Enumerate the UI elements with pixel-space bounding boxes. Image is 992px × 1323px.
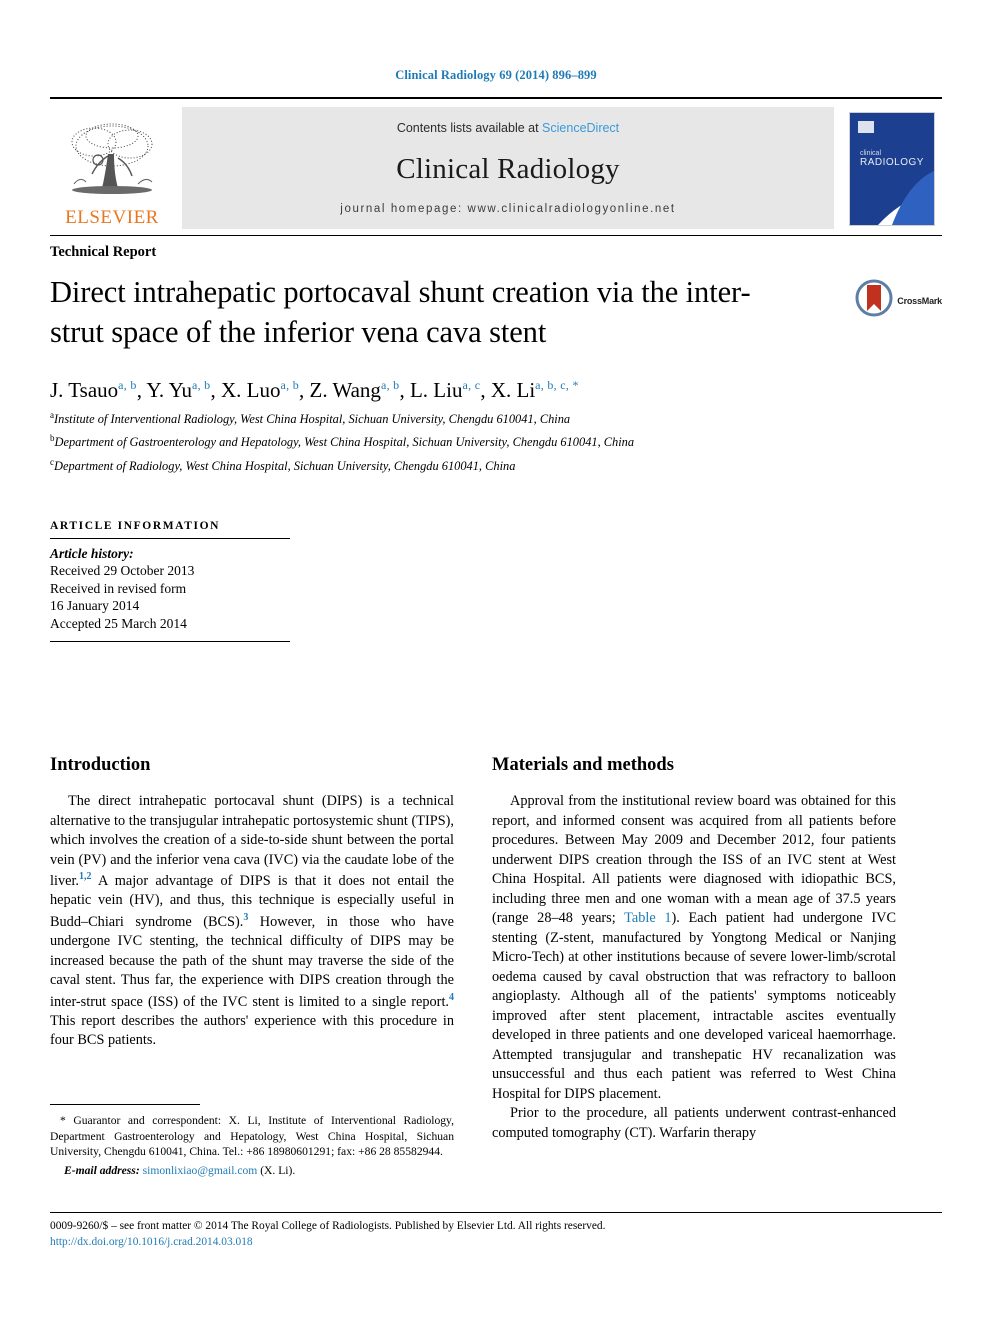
author-sep: , — [299, 378, 310, 403]
copyright-line: 0009-9260/$ – see front matter © 2014 Th… — [50, 1220, 606, 1232]
affiliation-line: cDepartment of Radiology, West China Hos… — [50, 456, 942, 476]
intro-text-d: This report describes the authors' exper… — [50, 1012, 454, 1049]
author-affil-marks: a, b — [118, 378, 137, 393]
author-sep: , — [399, 378, 410, 403]
article-head: Technical Report Direct intrahepatic por… — [50, 235, 942, 476]
table-1-link[interactable]: Table 1 — [624, 910, 671, 926]
sciencedirect-link[interactable]: ScienceDirect — [542, 121, 619, 135]
email-label: E-mail address: — [64, 1163, 140, 1177]
author-sep: , — [136, 378, 147, 403]
divider — [50, 641, 290, 643]
article-revised-label: Received in revised form — [50, 580, 187, 596]
article-received-date: Received 29 October 2013 — [50, 562, 195, 578]
author-name: Y. Yu — [146, 378, 192, 403]
author-entry: Y. Yua, b, — [146, 378, 221, 402]
email-owner: (X. Li). — [260, 1163, 296, 1177]
author-affil-marks: a, c — [462, 378, 481, 393]
author-name: X. Luo — [220, 378, 281, 403]
crossmark-icon — [855, 279, 893, 322]
author-name: Z. Wang — [309, 378, 381, 403]
correspondence-text: * Guarantor and correspondent: X. Li, In… — [50, 1114, 454, 1159]
journal-masthead: ELSEVIER Contents lists available at Sci… — [50, 97, 942, 235]
author-sep: , — [480, 378, 491, 403]
author-entry: J. Tsauoa, b, — [50, 378, 146, 402]
article-accepted-date: Accepted 25 March 2014 — [50, 616, 187, 632]
journal-homepage-line[interactable]: journal homepage: www.clinicalradiologyo… — [340, 203, 675, 215]
materials-paragraph-2: Prior to the procedure, all patients und… — [492, 1105, 896, 1141]
article-history-label: Article history: — [50, 545, 134, 561]
elsevier-logo: ELSEVIER — [50, 103, 174, 235]
materials-paragraph-1: Approval from the institutional review b… — [492, 792, 896, 1104]
divider — [50, 1104, 200, 1105]
author-sep: , — [210, 378, 221, 403]
affiliation-line: bDepartment of Gastroenterology and Hepa… — [50, 432, 942, 452]
article-title: Direct intrahepatic portocaval shunt cre… — [50, 275, 751, 349]
affiliation-line: aInstitute of Interventional Radiology, … — [50, 409, 942, 429]
citation-ref[interactable]: 4 — [449, 992, 454, 1003]
running-head: Clinical Radiology 69 (2014) 896–899 — [395, 68, 597, 82]
author-entry: X. Lia, b, c, * — [491, 378, 579, 402]
author-entry: Z. Wanga, b, — [310, 378, 410, 402]
column-left: Introduction The direct intrahepatic por… — [50, 755, 454, 1143]
contents-prefix: Contents lists available at — [396, 121, 543, 135]
author-affil-marks: a, b — [280, 378, 300, 393]
section-heading-introduction: Introduction — [50, 755, 151, 775]
author-affil-marks: a, b — [380, 378, 400, 393]
article-information-block: ARTICLE INFORMATION Article history: Rec… — [50, 519, 290, 643]
author-entry: L. Liua, c, — [410, 378, 491, 402]
article-type: Technical Report — [50, 244, 157, 260]
elsevier-tree-icon — [64, 120, 160, 206]
journal-band: Contents lists available at ScienceDirec… — [182, 107, 834, 229]
correspondence-footnote: * Guarantor and correspondent: X. Li, In… — [50, 1104, 454, 1179]
divider — [50, 537, 290, 539]
body-columns: Introduction The direct intrahepatic por… — [50, 755, 942, 1143]
affiliation-text: Institute of Interventional Radiology, W… — [54, 411, 571, 426]
article-revised-date: 16 January 2014 — [50, 598, 140, 614]
svg-text:clinical: clinical — [860, 150, 881, 157]
journal-article-page: Clinical Radiology 69 (2014) 896–899 ELS… — [0, 0, 992, 1323]
crossmark-label: CrossMark — [897, 295, 942, 306]
svg-text:RADIOLOGY: RADIOLOGY — [860, 157, 924, 168]
citation-ref[interactable]: 1,2 — [79, 871, 92, 882]
email-line: E-mail address: simonlixiao@gmail.com (X… — [50, 1163, 454, 1179]
journal-title: Clinical Radiology — [396, 152, 620, 185]
author-affil-marks: a, b, c, * — [535, 378, 579, 393]
crossmark-badge[interactable]: CrossMark — [855, 279, 942, 322]
page-footer: 0009-9260/$ – see front matter © 2014 Th… — [50, 1212, 942, 1251]
author-entry: X. Luoa, b, — [221, 378, 310, 402]
section-heading-materials-and-methods: Materials and methods — [492, 755, 674, 775]
contents-available-line: Contents lists available at ScienceDirec… — [397, 121, 619, 135]
introduction-paragraph: The direct intrahepatic portocaval shunt… — [50, 792, 454, 1051]
journal-cover-thumbnail[interactable]: clinical RADIOLOGY — [842, 103, 942, 235]
author-affil-marks: a, b — [191, 378, 211, 393]
elsevier-wordmark: ELSEVIER — [65, 207, 159, 228]
article-information-heading: ARTICLE INFORMATION — [50, 519, 221, 532]
email-link[interactable]: simonlixiao@gmail.com — [143, 1164, 258, 1177]
author-list: J. Tsauoa, b, Y. Yua, b, X. Luoa, b, Z. … — [50, 376, 942, 404]
materials-text-b: ). Each patient had undergone IVC stenti… — [492, 910, 896, 1102]
author-name: X. Li — [490, 378, 536, 403]
author-name: J. Tsauo — [50, 378, 119, 403]
materials-text-a: Approval from the institutional review b… — [492, 793, 896, 926]
affiliation-text: Department of Gastroenterology and Hepat… — [54, 435, 635, 450]
affiliation-text: Department of Radiology, West China Hosp… — [54, 459, 516, 474]
author-name: L. Liu — [409, 378, 463, 403]
doi-link[interactable]: http://dx.doi.org/10.1016/j.crad.2014.03… — [50, 1235, 942, 1251]
column-right: Materials and methods Approval from the … — [492, 755, 896, 1143]
